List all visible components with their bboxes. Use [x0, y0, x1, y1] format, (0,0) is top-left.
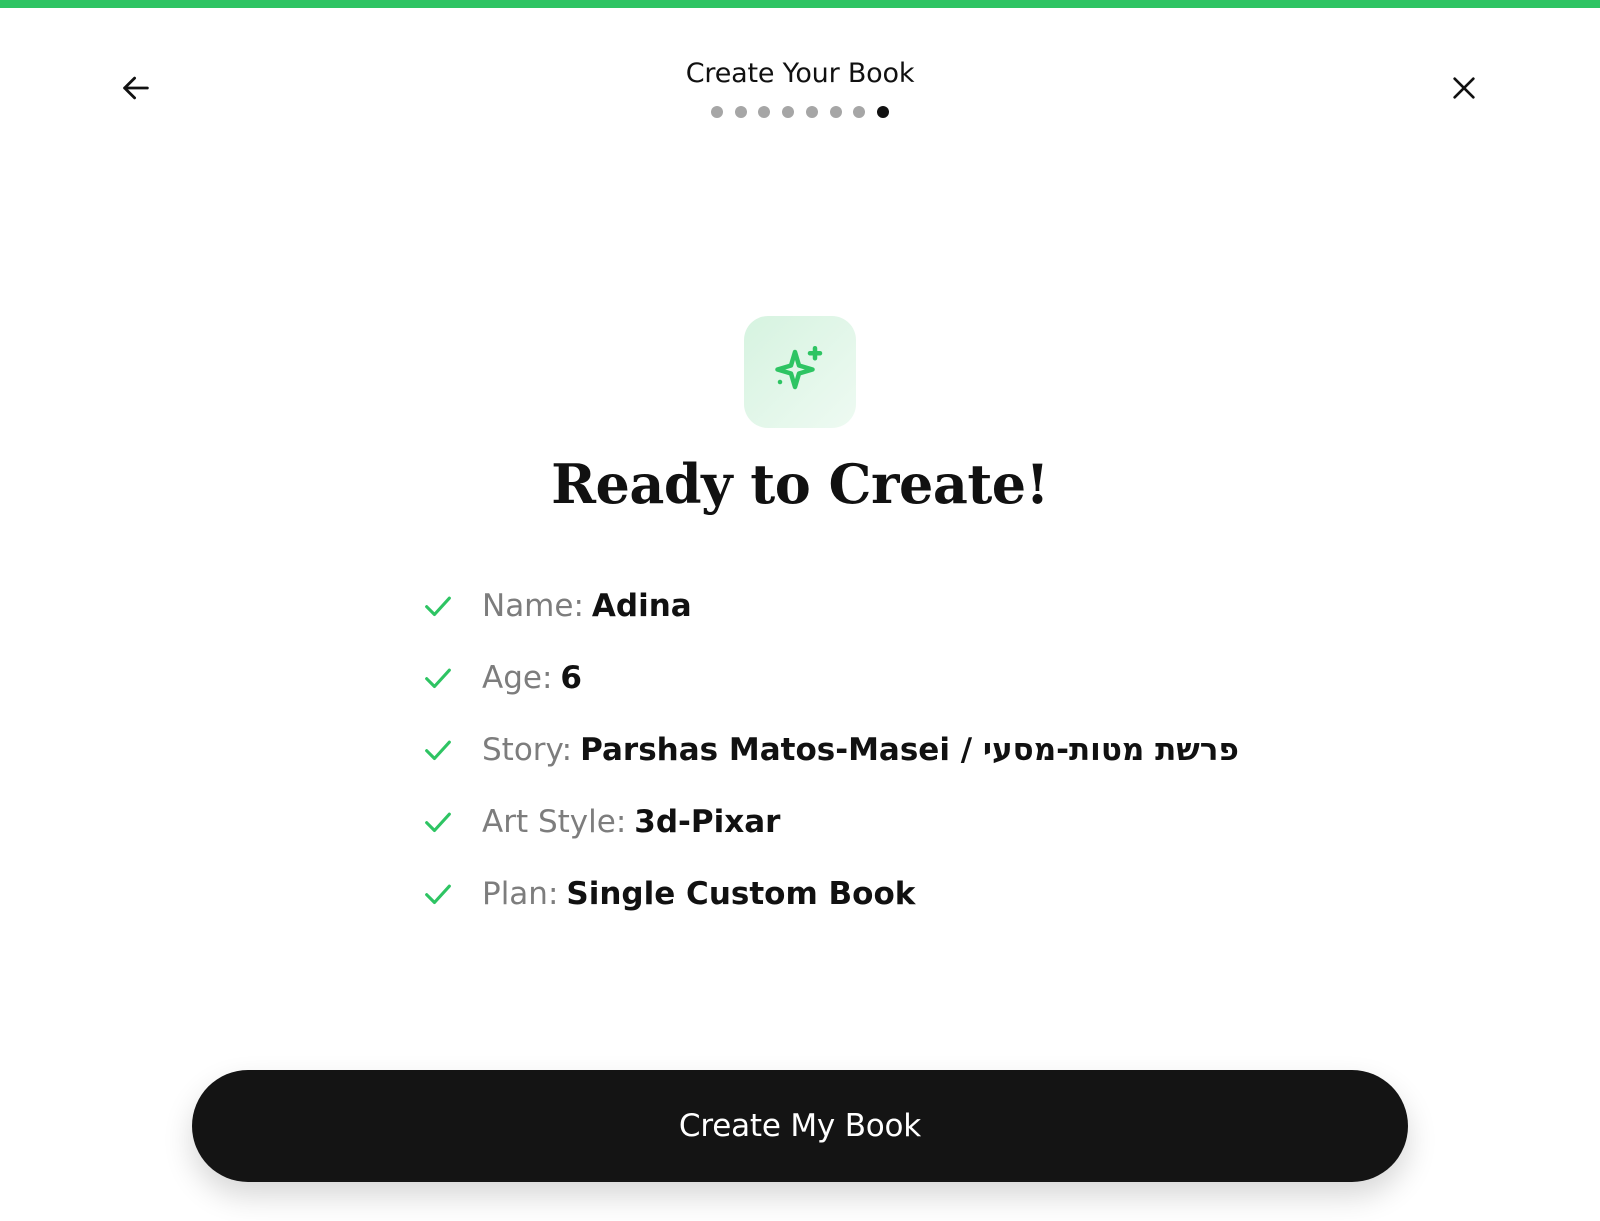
step-dot-active	[876, 106, 889, 118]
create-my-book-button[interactable]: Create My Book	[192, 1070, 1408, 1182]
summary-item-plan: Plan: Single Custom Book	[420, 858, 1239, 930]
summary-list: Name: Adina Age: 6 Story: Parshas Matos-…	[420, 570, 1239, 930]
summary-item-story: Story: Parshas Matos-Masei / פרשת מטות-מ…	[420, 714, 1239, 786]
step-dot	[711, 106, 724, 118]
check-icon	[420, 876, 456, 912]
step-dot	[829, 106, 842, 118]
summary-label-age: Age:	[482, 660, 553, 696]
step-dot	[758, 106, 771, 118]
check-icon	[420, 588, 456, 624]
close-icon	[1453, 77, 1475, 99]
summary-label-plan: Plan:	[482, 876, 559, 912]
step-dot	[782, 106, 795, 118]
summary-value-name: Adina	[591, 588, 692, 624]
summary-label-name: Name:	[482, 588, 584, 624]
step-dot	[805, 106, 818, 118]
close-button[interactable]	[1440, 64, 1488, 112]
summary-value-story: Parshas Matos-Masei / פרשת מטות-מסעי	[580, 732, 1239, 768]
summary-item-name: Name: Adina	[420, 570, 1239, 642]
sparkle-icon	[775, 346, 823, 390]
summary-item-age: Age: 6	[420, 642, 1239, 714]
check-icon	[420, 732, 456, 768]
step-dot	[853, 106, 866, 118]
step-indicator	[0, 106, 1600, 118]
top-progress-fill	[0, 0, 1600, 8]
summary-label-story: Story:	[482, 732, 573, 768]
summary-value-art-style: 3d-Pixar	[634, 804, 781, 840]
header-title: Create Your Book	[685, 58, 915, 89]
check-icon	[420, 660, 456, 696]
check-icon	[420, 804, 456, 840]
top-progress-bar	[0, 0, 1600, 8]
summary-value-age: 6	[560, 660, 582, 696]
sparkle-tile	[744, 316, 856, 428]
summary-value-plan: Single Custom Book	[566, 876, 916, 912]
step-dot	[734, 106, 747, 118]
summary-label-art-style: Art Style:	[482, 804, 627, 840]
page-title: Ready to Create!	[551, 452, 1049, 516]
summary-item-art-style: Art Style: 3d-Pixar	[420, 786, 1239, 858]
